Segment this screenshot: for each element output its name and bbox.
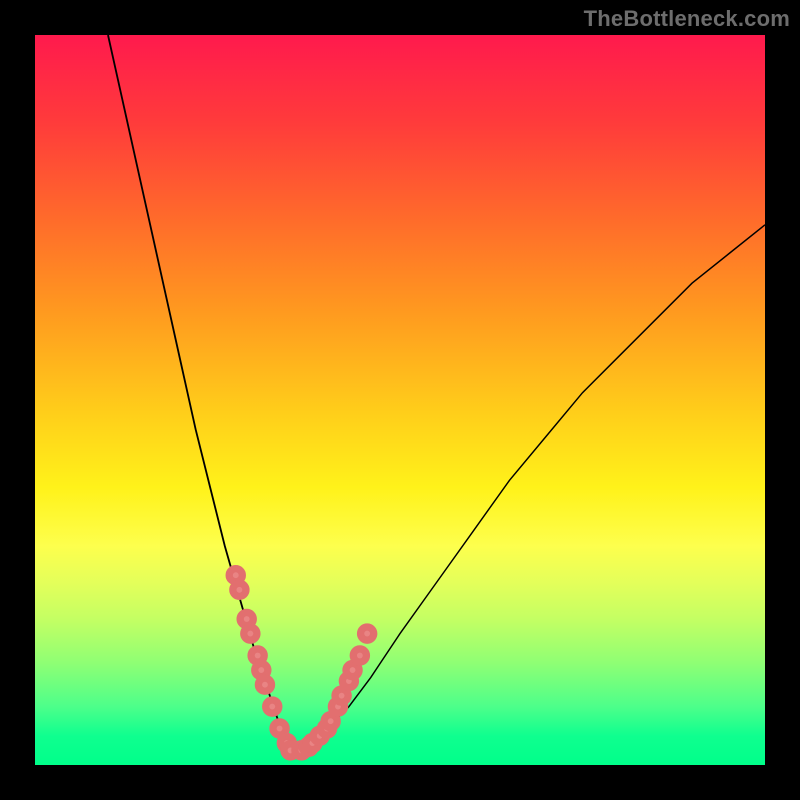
marker-dot — [233, 583, 246, 596]
marker-dot — [273, 722, 286, 735]
marker-dot — [353, 649, 366, 662]
marker-cluster — [229, 569, 374, 757]
marker-dot — [346, 664, 359, 677]
chart-stage: TheBottleneck.com — [0, 0, 800, 800]
marker-dot — [244, 627, 257, 640]
marker-dot — [258, 678, 271, 691]
plot-area — [35, 35, 765, 765]
marker-dot — [324, 715, 337, 728]
marker-dot — [361, 627, 374, 640]
marker-dot — [266, 700, 279, 713]
watermark-text: TheBottleneck.com — [584, 6, 790, 32]
curve-left-branch — [108, 35, 291, 750]
marker-dot — [335, 689, 348, 702]
curve-layer — [35, 35, 765, 765]
